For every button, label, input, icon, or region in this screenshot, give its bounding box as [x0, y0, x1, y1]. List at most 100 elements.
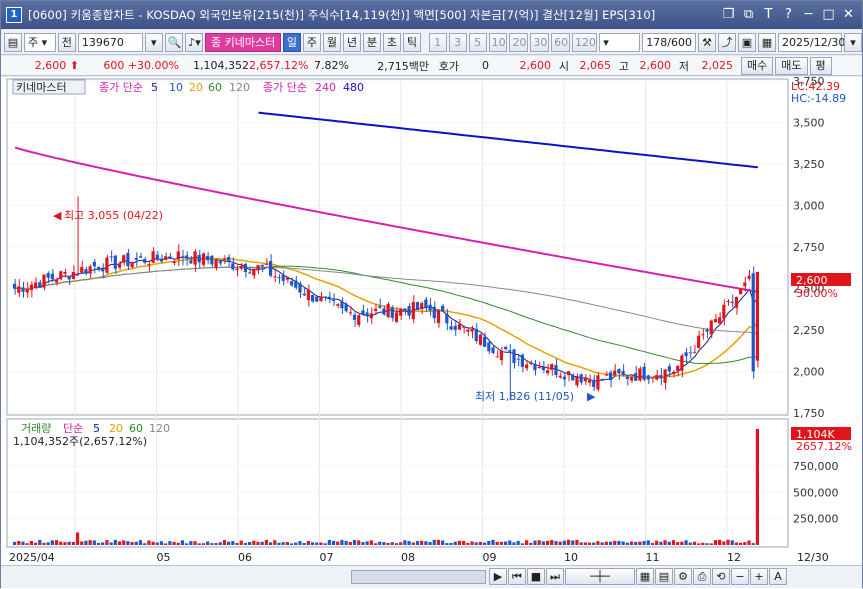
scroll-right-icon[interactable]: ▶ — [489, 568, 507, 585]
period-year[interactable]: 년 — [342, 32, 361, 52]
tick-1[interactable]: 1 — [428, 32, 447, 52]
minimize-icon[interactable]: ─ — [799, 5, 818, 24]
custom-tick-select[interactable]: ▾ — [599, 32, 641, 52]
market-type-select[interactable]: 주 ▾ — [24, 32, 56, 52]
candle-body — [508, 350, 512, 352]
rewind-icon[interactable]: ⏮ — [508, 568, 526, 585]
tick-120[interactable]: 120 — [572, 32, 598, 52]
volume-bar — [138, 540, 143, 545]
settings-icon[interactable]: ⚙ — [674, 568, 692, 585]
chart-menu-icon[interactable]: ▤ — [4, 32, 22, 52]
forward-icon[interactable]: ⏭ — [546, 568, 564, 585]
tick-60[interactable]: 60 — [551, 32, 571, 52]
code-dropdown-icon[interactable]: ▾ — [144, 32, 163, 52]
tick-30[interactable]: 30 — [530, 32, 550, 52]
candle-body — [755, 271, 759, 361]
hoga-value: 0 — [482, 59, 489, 72]
volume-bar — [663, 540, 667, 545]
volume-bar — [264, 539, 268, 545]
eval-button[interactable]: 평 — [809, 56, 832, 75]
volume-bar — [718, 539, 722, 545]
legend-ma2-label: 종가 단순 — [263, 81, 307, 94]
restore-icon[interactable]: ❐ — [719, 5, 738, 24]
volume-bar — [739, 542, 743, 545]
candle-body — [147, 263, 151, 265]
draw-icon[interactable]: ⤴ — [718, 32, 736, 52]
auto-scale-icon[interactable]: A — [769, 568, 787, 585]
print-icon[interactable]: ⎙ — [693, 568, 711, 585]
count-input[interactable]: 178/600 — [642, 32, 696, 52]
zoom-out-icon[interactable]: − — [731, 568, 749, 585]
candle-body — [751, 273, 755, 372]
help-icon[interactable]: ? — [779, 5, 798, 24]
volume-bar — [67, 541, 71, 545]
table-icon[interactable]: ▤ — [655, 568, 673, 585]
save-icon[interactable]: ▣ — [738, 32, 756, 52]
bottom-navigation: ▶ ⏮ ■ ⏭ ─┼─ ▦ ▤ ⚙ ⎙ ⟲ − + A — [1, 565, 862, 588]
volume-bar — [113, 539, 117, 545]
candle-body — [235, 268, 239, 270]
volume-bar — [294, 542, 298, 545]
candle-body — [323, 296, 327, 298]
stock-name-label[interactable]: 종 키네마스터 — [205, 32, 281, 52]
candle-body — [495, 356, 499, 358]
volume-bar — [268, 542, 273, 545]
candle-body — [67, 276, 71, 280]
font-icon[interactable]: T — [759, 5, 778, 24]
prev-button[interactable]: 전 — [57, 32, 76, 52]
hc-label: HC:-14.89 — [791, 92, 846, 105]
tick-3[interactable]: 3 — [448, 32, 467, 52]
chart-panel[interactable]: 3,750 3,500 3,250 3,000 2,750 2,500 2,250 2,000… — [1, 75, 862, 589]
tile-icon[interactable]: ⧉ — [739, 5, 758, 24]
volume-bar — [441, 540, 445, 545]
volume-bar — [92, 540, 96, 545]
zoom-in-icon[interactable]: + — [750, 568, 768, 585]
date-picker-icon[interactable]: ▾ — [844, 32, 862, 52]
tick-10[interactable]: 10 — [488, 32, 508, 52]
search-icon[interactable]: 🔍 — [164, 32, 184, 52]
candle-body — [390, 307, 394, 318]
turnover-pct: 7.82% — [314, 59, 349, 72]
period-minute[interactable]: 분 — [362, 32, 381, 52]
candle-body — [101, 267, 105, 272]
volume-bar — [201, 543, 206, 545]
candle-body — [537, 366, 541, 368]
candle-body — [646, 375, 650, 380]
tick-20[interactable]: 20 — [509, 32, 529, 52]
candle-body — [533, 364, 537, 371]
volume-bar — [96, 542, 101, 545]
period-tick[interactable]: 틱 — [402, 32, 421, 52]
volume-bar — [130, 542, 134, 545]
period-week[interactable]: 주 — [302, 32, 321, 52]
stock-code-input[interactable]: 139670 — [77, 32, 143, 52]
candle-body — [117, 263, 122, 268]
zoom-slider[interactable]: ─┼─ — [565, 568, 635, 585]
buy-button[interactable]: 매수 — [741, 56, 774, 75]
calendar-icon[interactable]: ▦ — [758, 32, 776, 52]
zoom-reset-icon[interactable]: ⟲ — [712, 568, 730, 585]
trade-amount: 2,715백만 — [377, 59, 429, 73]
stop-icon[interactable]: ■ — [527, 568, 545, 585]
grid-icon[interactable]: ▦ — [636, 568, 654, 585]
close-icon[interactable]: ✕ — [839, 5, 858, 24]
sell-button[interactable]: 매도 — [775, 56, 808, 75]
volume-bar — [310, 542, 315, 545]
period-second[interactable]: 초 — [382, 32, 401, 52]
candle-body — [566, 371, 571, 376]
tools-icon[interactable]: ⚒ — [698, 32, 716, 52]
date-input[interactable]: 2025/12/30 — [778, 32, 845, 52]
period-month[interactable]: 월 — [322, 32, 341, 52]
tick-5[interactable]: 5 — [468, 32, 487, 52]
volume-bar — [470, 541, 474, 545]
maximize-icon[interactable]: □ — [819, 5, 838, 24]
price-volume-chart[interactable]: 3,7503,5003,2503,0002,7502,5002,2502,000… — [1, 75, 862, 565]
low-label: 저 — [678, 59, 689, 73]
volume-bar — [596, 541, 600, 545]
sound-icon[interactable]: ♪▾ — [185, 32, 204, 52]
scroll-track[interactable] — [351, 570, 486, 584]
volume-bar — [239, 540, 243, 545]
period-day[interactable]: 일 — [282, 32, 301, 52]
candle-body — [470, 329, 474, 332]
candle-body — [554, 364, 558, 375]
volume-bar — [634, 541, 638, 545]
